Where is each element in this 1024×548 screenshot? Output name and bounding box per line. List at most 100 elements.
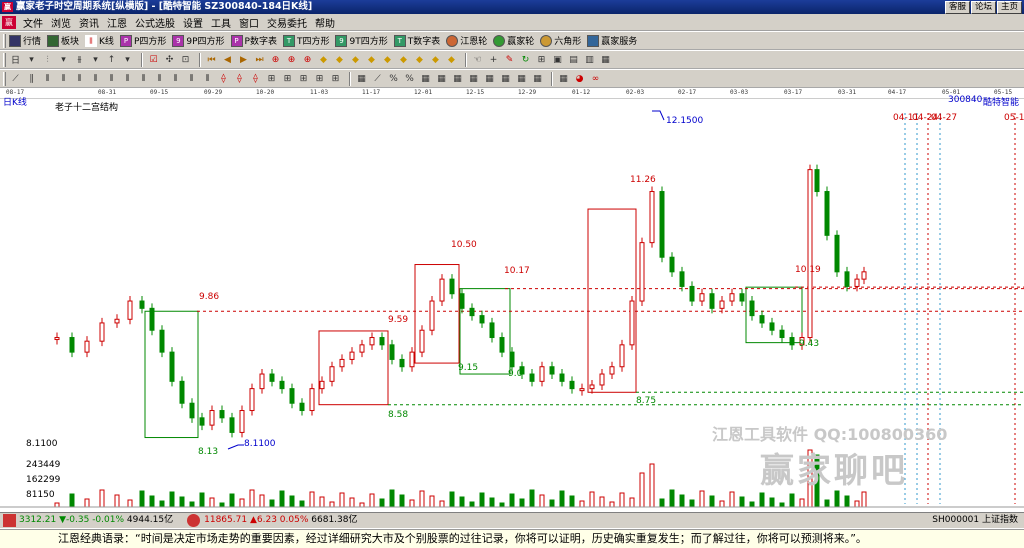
hand-icon[interactable]: ☜ xyxy=(471,53,484,66)
toolbar-p-square[interactable]: P P四方形 xyxy=(119,34,166,47)
candle-icon[interactable]: ⫶ xyxy=(41,53,54,66)
draw-grid-icon[interactable]: ⊞ xyxy=(297,72,310,85)
toolbar-blocks[interactable]: 板块 xyxy=(47,34,79,47)
shanghai-icon[interactable] xyxy=(3,514,16,527)
toolbar-p-table[interactable]: P P数字表 xyxy=(230,34,277,47)
box-icon[interactable]: ▥ xyxy=(583,53,596,66)
magnet-icon[interactable]: ⊡ xyxy=(179,53,192,66)
grid-icon[interactable]: ▦ xyxy=(515,72,528,85)
dropdown-icon[interactable]: ▾ xyxy=(57,53,70,66)
draw-line-icon[interactable]: ⟋ xyxy=(9,72,22,85)
target-icon[interactable]: ⊕ xyxy=(269,53,282,66)
box-icon[interactable]: ▤ xyxy=(567,53,580,66)
kline-chart[interactable]: 日K线 老子十二宫结构 300840 酷特智能 江恩工具软件 QQ:100800… xyxy=(0,95,1024,511)
toolbar-kline[interactable]: ⫼ K线 xyxy=(85,34,114,47)
menu-tools[interactable]: 工具 xyxy=(207,15,235,30)
grid-icon[interactable]: ▦ xyxy=(467,72,480,85)
menu-window[interactable]: 窗口 xyxy=(235,15,263,30)
draw-vertical-icon[interactable]: ⫴ xyxy=(137,72,150,85)
draw-vertical-icon[interactable]: ⫴ xyxy=(57,72,70,85)
toolbar-gann-wheel[interactable]: 江恩轮 xyxy=(446,34,487,47)
shenzhen-icon[interactable] xyxy=(187,514,201,527)
app-menu-icon[interactable]: 赢 xyxy=(2,15,16,29)
diamond-icon[interactable]: ◆ xyxy=(365,53,378,66)
diamond-icon[interactable]: ◆ xyxy=(349,53,362,66)
draw-fan-icon[interactable]: ⟠ xyxy=(233,72,246,85)
toolbar-t-table[interactable]: T T数字表 xyxy=(393,34,440,47)
next-icon[interactable]: ▶ xyxy=(237,53,250,66)
menu-info[interactable]: 资讯 xyxy=(75,15,103,30)
draw-vertical-icon[interactable]: ⫴ xyxy=(89,72,102,85)
infinity-icon[interactable]: ∞ xyxy=(589,72,602,85)
diamond-icon[interactable]: ◆ xyxy=(445,53,458,66)
menu-gann[interactable]: 江恩 xyxy=(103,15,131,30)
dropdown-icon[interactable]: ▾ xyxy=(89,53,102,66)
diamond-icon[interactable]: ◆ xyxy=(333,53,346,66)
draw-line-icon[interactable]: ⟋ xyxy=(371,72,384,85)
draw-vertical-icon[interactable]: ⫴ xyxy=(153,72,166,85)
diamond-icon[interactable]: ◆ xyxy=(413,53,426,66)
diamond-icon[interactable]: ◆ xyxy=(429,53,442,66)
first-icon[interactable]: ⏮ xyxy=(205,53,218,66)
percent-icon[interactable]: % xyxy=(403,72,416,85)
toolbar-quote[interactable]: 行情 xyxy=(9,34,41,47)
grid-icon[interactable]: ▦ xyxy=(531,72,544,85)
grid-icon[interactable]: ▦ xyxy=(355,72,368,85)
draw-vertical-icon[interactable]: ⫴ xyxy=(185,72,198,85)
draw-fan-icon[interactable]: ⟠ xyxy=(249,72,262,85)
cross-icon[interactable]: ✣ xyxy=(163,53,176,66)
pie-icon[interactable]: ◕ xyxy=(573,72,586,85)
refresh-icon[interactable]: ↻ xyxy=(519,53,532,66)
toolbar-9t-square[interactable]: 9 9T四方形 xyxy=(335,34,388,47)
menu-trade[interactable]: 交易委托 xyxy=(263,15,311,30)
menu-browse[interactable]: 浏览 xyxy=(47,15,75,30)
draw-grid-icon[interactable]: ⊞ xyxy=(265,72,278,85)
grid-icon[interactable]: ▦ xyxy=(483,72,496,85)
menu-formula[interactable]: 公式选股 xyxy=(131,15,179,30)
percent-icon[interactable]: % xyxy=(387,72,400,85)
line-icon[interactable]: ↑ xyxy=(105,53,118,66)
draw-vertical-icon[interactable]: ⫴ xyxy=(201,72,214,85)
draw-grid-icon[interactable]: ⊞ xyxy=(329,72,342,85)
menu-help[interactable]: 帮助 xyxy=(311,15,339,30)
target-icon[interactable]: ⊕ xyxy=(285,53,298,66)
draw-grid-icon[interactable]: ⊞ xyxy=(313,72,326,85)
toolbar-t-square[interactable]: T T四方形 xyxy=(282,34,329,47)
draw-fan-icon[interactable]: ⟠ xyxy=(217,72,230,85)
diamond-icon[interactable]: ◆ xyxy=(397,53,410,66)
draw-parallel-icon[interactable]: ∥ xyxy=(25,72,38,85)
box-icon[interactable]: ▣ xyxy=(551,53,564,66)
toolbar-9p-square[interactable]: 9 9P四方形 xyxy=(172,34,225,47)
box-icon[interactable]: ▦ xyxy=(599,53,612,66)
home-button[interactable]: 主页 xyxy=(996,1,1022,14)
previous-icon[interactable]: ◀ xyxy=(221,53,234,66)
last-icon[interactable]: ⏭ xyxy=(253,53,266,66)
pencil-icon[interactable]: ✎ xyxy=(503,53,516,66)
crosshair-icon[interactable]: + xyxy=(487,53,500,66)
draw-vertical-icon[interactable]: ⫴ xyxy=(121,72,134,85)
menu-settings[interactable]: 设置 xyxy=(179,15,207,30)
bar-icon[interactable]: ⫵ xyxy=(73,53,86,66)
draw-vertical-icon[interactable]: ⫴ xyxy=(105,72,118,85)
kline-chart-canvas[interactable] xyxy=(0,99,1024,511)
draw-grid-icon[interactable]: ⊞ xyxy=(281,72,294,85)
forum-button[interactable]: 论坛 xyxy=(970,1,996,14)
grid-icon[interactable]: ▦ xyxy=(419,72,432,85)
grid-icon[interactable]: ▦ xyxy=(557,72,570,85)
diamond-icon[interactable]: ◆ xyxy=(317,53,330,66)
draw-vertical-icon[interactable]: ⫴ xyxy=(41,72,54,85)
support-button[interactable]: 客服 xyxy=(944,1,970,14)
menu-file[interactable]: 文件 xyxy=(19,15,47,30)
checklist-icon[interactable]: ☑ xyxy=(147,53,160,66)
dropdown-icon[interactable]: ▾ xyxy=(25,53,38,66)
draw-vertical-icon[interactable]: ⫴ xyxy=(73,72,86,85)
target-icon[interactable]: ⊕ xyxy=(301,53,314,66)
grid-icon[interactable]: ▦ xyxy=(435,72,448,85)
period-day-icon[interactable]: 日 xyxy=(9,53,22,66)
diamond-icon[interactable]: ◆ xyxy=(381,53,394,66)
toolbar-service[interactable]: 赢家服务 xyxy=(587,34,637,47)
toolbar-hexagon[interactable]: 六角形 xyxy=(540,34,581,47)
dropdown-icon[interactable]: ▾ xyxy=(121,53,134,66)
zoom-icon[interactable]: ⊞ xyxy=(535,53,548,66)
draw-vertical-icon[interactable]: ⫴ xyxy=(169,72,182,85)
